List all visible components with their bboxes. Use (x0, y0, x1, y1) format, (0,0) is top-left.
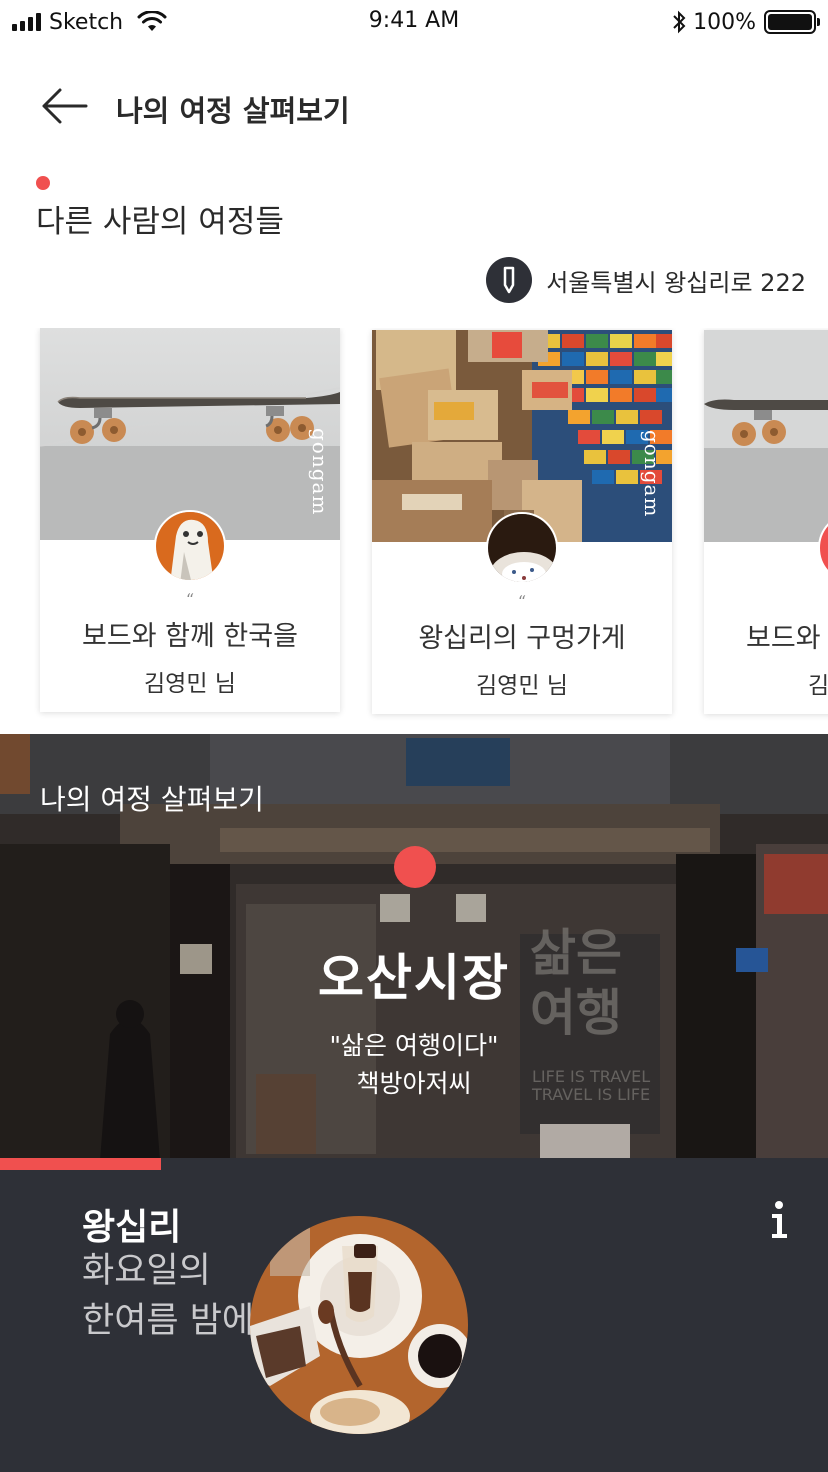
avatar (486, 512, 558, 584)
card-title: 보드와 함께 한국을 (746, 623, 828, 654)
card-title: 보드와 함께 한국을 (82, 621, 298, 652)
card-image (40, 328, 340, 540)
avatar (154, 510, 226, 582)
arrow-left-icon (42, 88, 88, 124)
hero-dot (394, 846, 436, 888)
card-author: 김영민 님 (808, 673, 828, 699)
card-brand: gongam (308, 428, 332, 516)
card-author: 김영민 님 (476, 673, 568, 699)
pin-icon (486, 257, 533, 303)
card-image (704, 330, 828, 542)
info-icon (772, 1201, 787, 1238)
battery-percent: 100% (693, 9, 756, 35)
section-dot (36, 176, 50, 190)
panel-subtitle-line: 한여름 밤에 (82, 1301, 255, 1341)
card-title: 왕십리의 구멍가게 (418, 623, 626, 654)
card-image (372, 330, 672, 542)
panel-title: 왕십리 (82, 1207, 182, 1248)
battery-icon (764, 10, 820, 34)
journey-card[interactable]: gongam “ 왕십리의 구멍가게 김영민 님 (372, 330, 672, 714)
hero-title: 오산시장 (318, 948, 510, 1007)
location-text: 서울특별시 왕십리로 222 (546, 268, 806, 297)
progress-bar (0, 1158, 828, 1170)
bluetooth-icon (673, 10, 686, 34)
hero-author: 책방아저씨 (356, 1069, 472, 1098)
hero-label: 나의 여정 살펴보기 (40, 783, 264, 816)
quote-mark: “ (704, 592, 828, 611)
location-row[interactable]: 서울특별시 왕십리로 222 (486, 256, 806, 304)
nav-bar: 나의 여정 살펴보기 (0, 70, 828, 142)
card-brand: gongam (640, 430, 664, 518)
progress-fill (0, 1158, 162, 1170)
card-author: 김영민 님 (144, 671, 236, 697)
status-bar: Sketch 9:41 AM 100% (0, 0, 828, 44)
status-right: 100% (671, 8, 820, 36)
journey-cards: gongam “ 보드와 함께 한국을 김영민 님 gongam “ 왕십리의 … (0, 328, 828, 728)
back-button[interactable] (36, 82, 92, 130)
info-button[interactable] (756, 1196, 802, 1242)
journey-card[interactable]: gongam “ 보드와 함께 한국을 김영민 님 (704, 330, 828, 714)
hero-quote: "삶은 여행이다" (329, 1031, 499, 1060)
panel-subtitle-line: 화요일의 (82, 1251, 211, 1291)
bottom-panel[interactable]: 왕십리 화요일의 한여름 밤에 (0, 1170, 828, 1472)
food-photo (250, 1216, 468, 1434)
section-title: 다른 사람의 여정들 (36, 204, 284, 240)
journey-card[interactable]: gongam “ 보드와 함께 한국을 김영민 님 (40, 328, 340, 712)
quote-mark: “ (185, 590, 195, 609)
page-title: 나의 여정 살펴보기 (116, 94, 350, 128)
quote-mark: “ (517, 592, 527, 611)
panel-subtitle: 화요일의 한여름 밤에 (82, 1246, 254, 1346)
hero-banner[interactable]: 삶은 여행 LIFE IS TRAVEL TRAVEL IS LIFE 나의 여… (0, 734, 828, 1160)
